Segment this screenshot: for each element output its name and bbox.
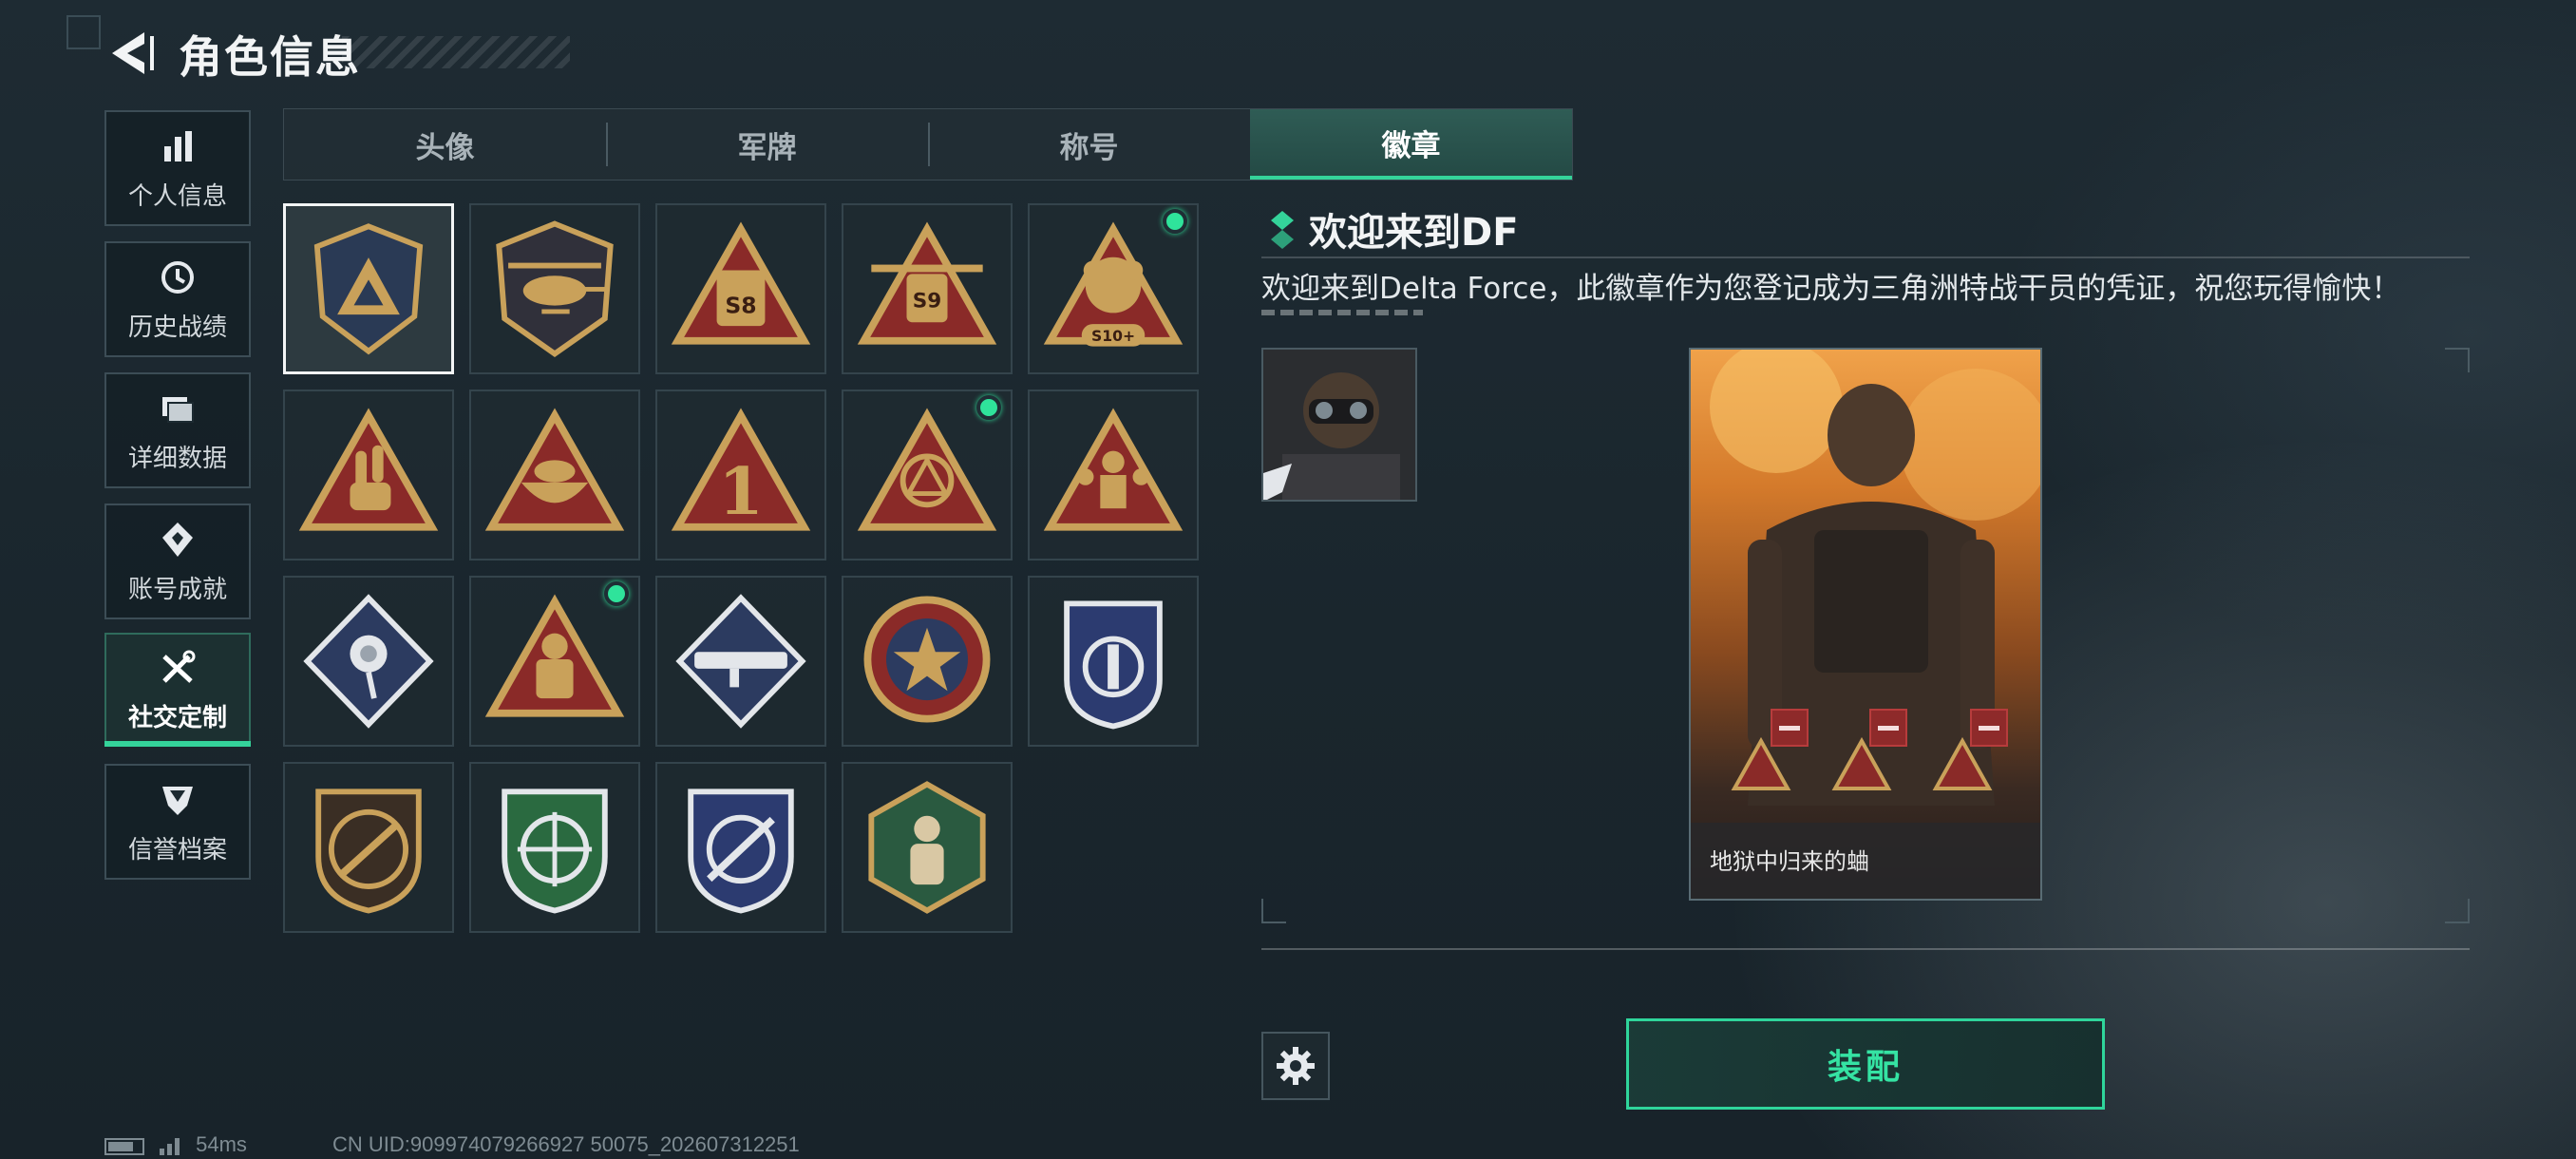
badge-squad[interactable] [1028,390,1199,560]
badge-delta[interactable] [283,203,454,374]
badge-green-crosshair[interactable] [469,762,640,933]
badge-launcher[interactable] [655,576,826,747]
shield-emblem-icon [157,779,199,821]
bar-chart-icon [157,125,199,167]
badge-s9[interactable]: S9 [842,203,1013,374]
title-decoration [342,36,570,68]
back-arrow-icon [112,32,154,74]
hand-sign-badge-icon [298,408,439,531]
avatar [1261,348,1417,502]
folder-icon [157,388,199,429]
sidebar-item-history[interactable]: 历史战绩 [104,241,251,357]
badge-hand-sign[interactable] [283,390,454,560]
sidebar-item-label: 社交定制 [127,703,227,732]
category-tabs: 头像 军牌 称号 徽章 [283,108,1573,180]
s8-badge-icon: S8 [671,221,811,345]
blue-shield-badge-icon [1064,600,1163,730]
badge-title: 欢迎来到DF [1309,211,1519,255]
sidebar-item-reputation[interactable]: 信誉档案 [104,764,251,880]
history-clock-icon [157,256,199,298]
equip-button[interactable]: 装配 [1626,1018,2105,1110]
blue-crosshair-badge-icon [688,788,794,914]
achievement-icon [157,519,199,560]
description-decoration [1261,310,1423,315]
sidebar-item-label: 个人信息 [127,181,227,211]
equipped-badge-icon [1831,737,1892,790]
sidebar-item-achievements[interactable]: 账号成就 [104,504,251,619]
tab-dog-tag[interactable]: 军牌 [606,109,928,180]
operator-illustration [1710,350,2040,806]
operator-preview-card: 地狱中归来的蛐 [1689,348,2042,901]
network-status: 54ms [104,1132,247,1157]
badge-number-one[interactable]: 1 [655,390,826,560]
sidebar-item-detailed-data[interactable]: 详细数据 [104,372,251,488]
divider [1261,256,2470,258]
badge-hex-figure[interactable] [842,762,1013,933]
number-one-badge-icon: 1 [671,408,811,531]
battery-signal-icon [104,1138,180,1156]
equip-button-label: 装配 [1827,1048,1904,1087]
svg-text:S8: S8 [725,292,756,318]
sidebar-item-label: 详细数据 [127,444,227,473]
badge-blue-shield[interactable] [1028,576,1199,747]
new-indicator-dot [604,581,629,606]
tab-title[interactable]: 称号 [928,109,1250,180]
launcher-badge-icon [675,594,806,729]
star-medal-badge-icon [863,596,991,723]
badge-rose[interactable] [283,576,454,747]
svg-text:1: 1 [718,454,764,530]
page-title: 角色信息 [179,31,361,83]
sidebar-item-label: 历史战绩 [127,313,227,342]
badge-helicopter[interactable] [469,203,640,374]
svg-text:S10+: S10+ [1091,327,1135,345]
sidebar-item-personal-info[interactable]: 个人信息 [104,110,251,226]
card-caption: 地狱中归来的蛐 [1710,848,1869,875]
frame-corner [2445,899,2470,923]
rose-badge-icon [303,594,434,729]
settings-button[interactable] [1261,1032,1330,1100]
green-crosshair-badge-icon [502,788,608,914]
badge-star-medal[interactable] [842,576,1013,747]
badge-blue-crosshair[interactable] [655,762,826,933]
frame-corner [2445,348,2470,372]
squad-badge-icon [1043,408,1184,531]
sidebar-item-label: 账号成就 [127,575,227,604]
gear-icon [1277,1047,1315,1085]
tab-badge[interactable]: 徽章 [1250,109,1572,180]
new-indicator-dot [1163,209,1187,234]
rifle-badge-icon [315,788,422,914]
active-indicator [104,741,251,747]
tab-avatar[interactable]: 头像 [284,109,606,180]
divider [1261,948,2470,950]
hex-figure-badge-icon [868,781,986,914]
ping-value: 54ms [196,1132,247,1156]
sidebar-item-label: 信誉档案 [127,835,227,864]
s9-badge-icon: S9 [857,221,997,345]
svg-text:S9: S9 [913,290,941,314]
badge-s8[interactable]: S8 [655,203,826,374]
equipped-badge-icon [1731,737,1791,790]
back-button[interactable] [103,27,160,80]
equipped-badge-icon [1932,737,1993,790]
badge-bowl[interactable] [469,390,640,560]
bowl-badge-icon [484,408,625,531]
helicopter-badge-icon [496,220,614,358]
delta-badge-icon [313,223,424,355]
sidebar-item-social-custom[interactable]: 社交定制 [104,633,251,747]
title-diamond-icon [1271,211,1294,249]
frame-corner [1261,899,1286,923]
new-indicator-dot [976,395,1001,420]
badge-description: 欢迎来到Delta Force，此徽章作为您登记成为三角洲特战干员的凭证，祝您玩… [1261,272,2401,306]
uid-text: CN UID:909974079266927 50075_20260731225… [332,1132,800,1156]
badge-rifle[interactable] [283,762,454,933]
corner-decoration [66,15,101,49]
wrench-screwdriver-icon [157,647,199,689]
